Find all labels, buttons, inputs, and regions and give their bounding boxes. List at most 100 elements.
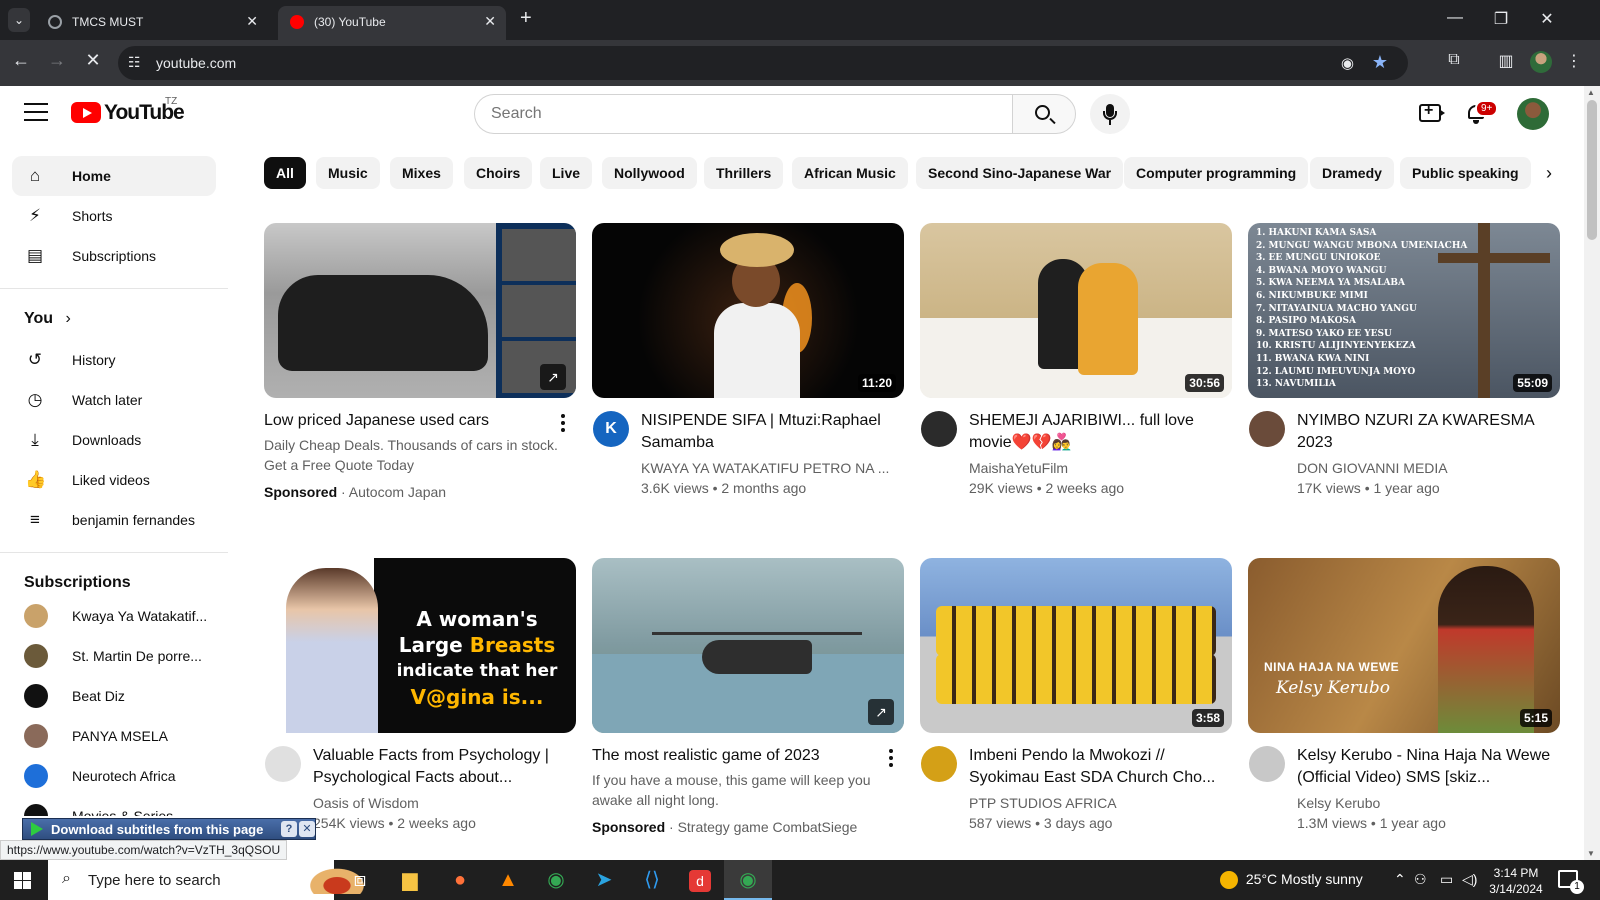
sidebar-item-home[interactable]: ⌂ Home [12, 156, 216, 196]
video-thumbnail[interactable]: ↗ [264, 223, 576, 398]
sidebar-subscription[interactable]: Neurotech Africa [12, 756, 216, 796]
channel-avatar[interactable] [1249, 411, 1285, 447]
chrome-active-icon[interactable]: ◉ [724, 860, 772, 900]
red-app-icon[interactable]: d [676, 860, 724, 900]
close-tab-icon[interactable]: ✕ [246, 13, 258, 30]
chip-second-sino-japanese-war[interactable]: Second Sino-Japanese War [916, 157, 1124, 189]
channel-name[interactable]: Kelsy Kerubo [1297, 795, 1557, 811]
external-link-icon[interactable]: ↗ [540, 364, 566, 390]
chip-all[interactable]: All [264, 157, 306, 189]
channel-avatar[interactable] [265, 746, 301, 782]
sidebar-item-playlist[interactable]: ≡ benjamin fernandes [12, 500, 216, 540]
people-icon[interactable]: ⚇ [1414, 871, 1427, 888]
chip-music[interactable]: Music [316, 157, 380, 189]
channel-name[interactable]: PTP STUDIOS AFRICA [969, 795, 1229, 811]
external-link-icon[interactable]: ↗ [868, 699, 894, 725]
search-button[interactable] [1012, 94, 1076, 134]
sidebar-subscription[interactable]: St. Martin De porre... [12, 636, 216, 676]
chip-public-speaking[interactable]: Public speaking [1400, 157, 1531, 189]
sidebar-item-downloads[interactable]: ⤓ Downloads [12, 420, 216, 460]
advertiser-name[interactable]: Autocom Japan [349, 484, 446, 500]
firefox-icon[interactable]: ● [436, 860, 484, 900]
browser-tab-youtube[interactable]: (30) YouTube ✕ [278, 6, 506, 40]
sidebar-item-history[interactable]: ↺ History [12, 340, 216, 380]
taskbar-search[interactable]: ⌕ Type here to search [48, 860, 368, 900]
video-thumbnail[interactable]: NINA HAJA NA WEWE Kelsy Kerubo 5:15 [1248, 558, 1560, 733]
help-icon[interactable]: ? [281, 821, 297, 837]
sidebar-subscription[interactable]: Beat Diz [12, 676, 216, 716]
action-center-icon[interactable]: 1 [1558, 870, 1584, 894]
advertiser-name[interactable]: Strategy game CombatSiege [678, 819, 858, 835]
video-title[interactable]: SHEMEJI AJARIBIWI... full love movie❤️💔👩… [969, 410, 1229, 454]
video-title[interactable]: NISIPENDE SIFA | Mtuzi:Raphael Samamba [641, 410, 901, 454]
task-view-icon[interactable]: ⧈ [336, 860, 384, 900]
more-actions-icon[interactable] [560, 414, 566, 434]
chip-nollywood[interactable]: Nollywood [602, 157, 697, 189]
system-clock[interactable]: 3:14 PM 3/14/2024 [1486, 865, 1546, 897]
close-tab-icon[interactable]: ✕ [484, 13, 496, 30]
windows-start-icon[interactable] [14, 872, 31, 889]
scrollbar-thumb[interactable] [1587, 100, 1597, 240]
vscode-icon[interactable]: ⟨⟩ [628, 860, 676, 900]
sidebar-item-liked-videos[interactable]: 👍 Liked videos [12, 460, 216, 500]
close-window-button[interactable]: ✕ [1532, 9, 1562, 29]
site-info-icon[interactable]: ☷ [128, 54, 141, 71]
back-arrow-icon[interactable]: ← [8, 50, 34, 71]
url-text[interactable]: youtube.com [156, 55, 236, 71]
channel-avatar[interactable] [1249, 746, 1285, 782]
channel-name[interactable]: Oasis of Wisdom [313, 795, 573, 811]
telegram-icon[interactable]: ➤ [580, 860, 628, 900]
tray-chevron-icon[interactable]: ⌃ [1394, 871, 1406, 888]
bookmark-star-icon[interactable]: ★ [1372, 52, 1388, 73]
download-subtitles-label[interactable]: Download subtitles from this page [51, 822, 263, 837]
video-thumbnail[interactable]: 30:56 [920, 223, 1232, 398]
stop-loading-icon[interactable]: ✕ [80, 50, 106, 71]
sidebar-item-shorts[interactable]: ⚡ Shorts [12, 196, 216, 236]
video-title[interactable]: Kelsy Kerubo - Nina Haja Na Wewe (Offici… [1297, 745, 1557, 789]
new-tab-button[interactable]: + [520, 7, 532, 30]
tab-search-button[interactable]: ⌄ [8, 8, 30, 32]
channel-avatar[interactable] [921, 746, 957, 782]
file-explorer-icon[interactable]: ▆ [386, 860, 434, 900]
guide-menu-icon[interactable] [24, 103, 48, 121]
side-panel-icon[interactable]: ▥ [1494, 51, 1518, 71]
weather-widget[interactable]: 25°C Mostly sunny [1220, 871, 1363, 890]
scroll-up-icon[interactable]: ▲ [1587, 88, 1595, 97]
channel-name[interactable]: DON GIOVANNI MEDIA [1297, 460, 1557, 476]
vlc-icon[interactable]: ▲ [484, 860, 532, 900]
chip-choirs[interactable]: Choirs [464, 157, 533, 189]
browser-tab-tmcs[interactable]: TMCS MUST ✕ [36, 6, 268, 40]
channel-name[interactable]: KWAYA YA WATAKATIFU PETRO NA ... [641, 460, 901, 476]
video-title[interactable]: Low priced Japanese used cars [264, 410, 540, 432]
video-thumbnail[interactable]: A woman's Large Breasts indicate that he… [264, 558, 576, 733]
sidebar-item-subscriptions[interactable]: ▤ Subscriptions [12, 236, 216, 276]
chip-mixes[interactable]: Mixes [390, 157, 453, 189]
voice-search-button[interactable] [1090, 94, 1130, 134]
video-title[interactable]: The most realistic game of 2023 [592, 745, 868, 767]
video-title[interactable]: Valuable Facts from Psychology | Psychol… [313, 745, 573, 789]
network-icon[interactable]: ▭ [1440, 871, 1453, 888]
create-video-icon[interactable] [1419, 102, 1445, 122]
forward-arrow-icon[interactable]: → [44, 50, 70, 71]
chrome-icon[interactable]: ◉ [532, 860, 580, 900]
sidebar-subscription[interactable]: Kwaya Ya Watakatif... [12, 596, 216, 636]
restore-button[interactable]: ❐ [1486, 9, 1516, 29]
video-title[interactable]: Imbeni Pendo la Mwokozi // Syokimau East… [969, 745, 1229, 789]
chip-african-music[interactable]: African Music [792, 157, 908, 189]
browser-profile-avatar[interactable] [1530, 51, 1552, 73]
video-thumbnail[interactable]: ↗ [592, 558, 904, 733]
chip-live[interactable]: Live [540, 157, 593, 189]
volume-icon[interactable]: ◁) [1462, 871, 1477, 888]
tracking-protection-icon[interactable]: ◉ [1341, 54, 1354, 72]
video-thumbnail[interactable]: 1. HAKUNI KAMA SASA 2. MUNGU WANGU MBONA … [1248, 223, 1560, 398]
search-input[interactable] [474, 94, 1012, 134]
sidebar-subscription[interactable]: Movies & Series [12, 796, 216, 816]
channel-name[interactable]: MaishaYetuFilm [969, 460, 1229, 476]
account-avatar[interactable] [1517, 98, 1549, 130]
more-menu-icon[interactable]: ⋮ [1562, 51, 1586, 71]
scroll-down-icon[interactable]: ▼ [1587, 849, 1595, 858]
more-actions-icon[interactable] [888, 749, 894, 769]
chevron-right-icon[interactable]: › [1546, 163, 1552, 184]
minimize-button[interactable]: — [1440, 9, 1470, 27]
close-icon[interactable]: ✕ [299, 821, 315, 837]
